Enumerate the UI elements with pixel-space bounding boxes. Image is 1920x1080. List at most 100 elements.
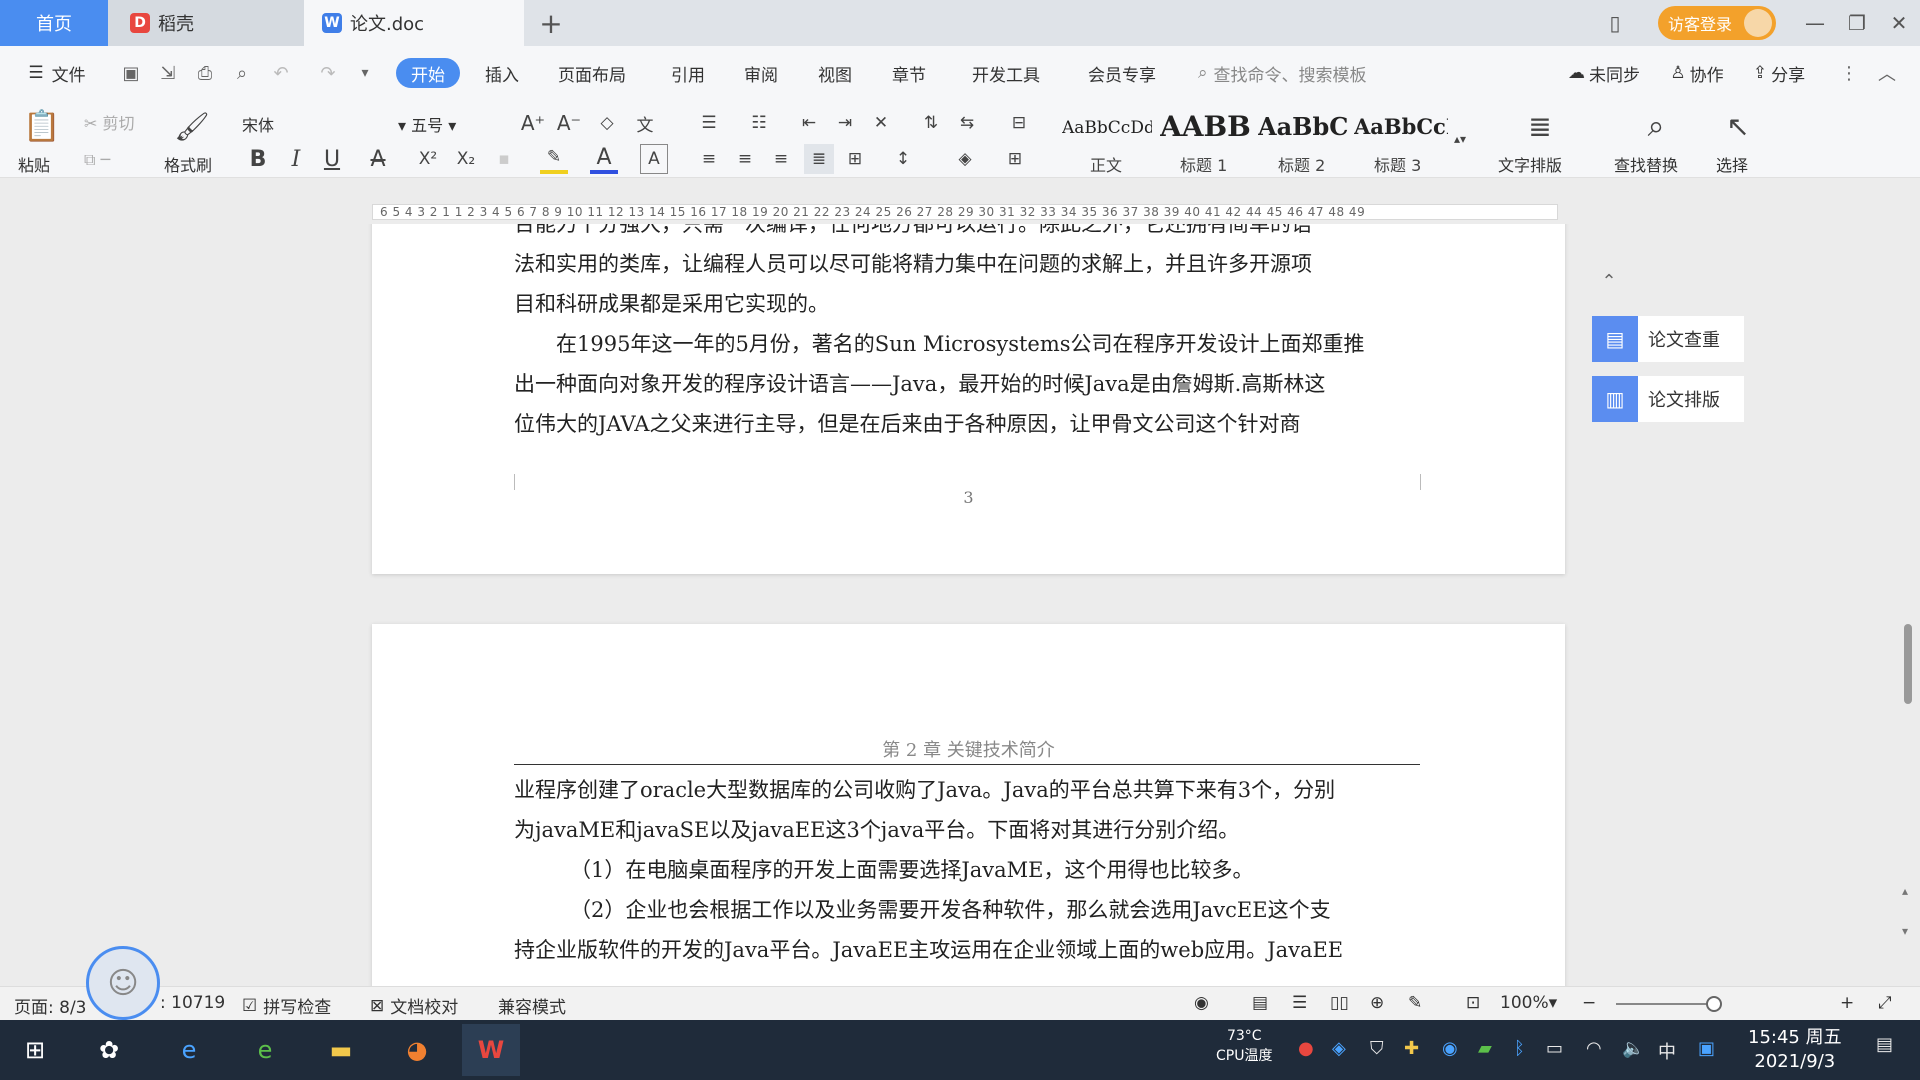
word-count[interactable]: : 10719 bbox=[160, 993, 225, 1013]
collaborate-button[interactable]: ♙ 协作 bbox=[1662, 58, 1732, 88]
menu-view[interactable]: 视图 bbox=[811, 58, 859, 88]
vertical-scrollbar[interactable]: ▴ ▾ bbox=[1894, 224, 1920, 986]
shading-icon[interactable]: ◈ bbox=[950, 144, 980, 174]
redo-icon[interactable]: ↷ bbox=[315, 60, 341, 86]
font-color-icon[interactable]: A bbox=[590, 144, 618, 174]
doc-proof-button[interactable]: ⊠ 文档校对 bbox=[370, 993, 458, 1019]
tab-stops-icon[interactable]: ⊟ bbox=[1002, 108, 1036, 138]
numbered-list-icon[interactable]: ☷ bbox=[744, 108, 774, 138]
collapse-ribbon-icon[interactable]: ︿ bbox=[1874, 60, 1900, 86]
tab-document[interactable]: W 论文.doc bbox=[304, 0, 524, 46]
menu-page-layout[interactable]: 页面布局 bbox=[552, 58, 632, 88]
text-layout-icon[interactable]: ≣ bbox=[1520, 106, 1560, 146]
justify-icon[interactable]: ≣ bbox=[804, 144, 834, 174]
windows-start-icon[interactable]: ⊞ bbox=[6, 1024, 64, 1076]
app-avatar-icon[interactable]: ◕ bbox=[388, 1024, 446, 1076]
file-menu[interactable]: ☰ 文件 bbox=[22, 58, 92, 88]
battery-icon[interactable]: ▭ bbox=[1546, 1038, 1563, 1059]
decrease-indent-icon[interactable]: ⇤ bbox=[794, 108, 824, 138]
highlight-icon[interactable]: ✎ bbox=[540, 144, 568, 174]
fullscreen-icon[interactable]: ⤢ bbox=[1878, 993, 1892, 1013]
paper-layout-button[interactable]: ▥ 论文排版 bbox=[1592, 376, 1744, 422]
strikethrough-icon[interactable]: A bbox=[364, 144, 392, 174]
cpu-temp-widget[interactable]: 73°C CPU温度 bbox=[1216, 1026, 1272, 1066]
menu-dev-tools[interactable]: 开发工具 bbox=[966, 58, 1046, 88]
layout-icon[interactable]: ▯ bbox=[1600, 8, 1630, 38]
reading-view-icon[interactable]: ▯▯ bbox=[1330, 993, 1349, 1013]
menu-review[interactable]: 审阅 bbox=[737, 58, 785, 88]
borders-icon[interactable]: ⊞ bbox=[1000, 144, 1030, 174]
tray-app-icon[interactable]: ● bbox=[1298, 1038, 1314, 1059]
cursor-arrow-icon[interactable]: ↖ bbox=[1720, 106, 1756, 146]
nvidia-icon[interactable]: ▰ bbox=[1478, 1038, 1492, 1059]
paste-label[interactable]: 粘贴 bbox=[18, 152, 50, 176]
lock-icon[interactable]: ▪ bbox=[494, 144, 514, 174]
zoom-slider[interactable] bbox=[1616, 1003, 1716, 1005]
bluetooth-icon[interactable]: ᛒ bbox=[1514, 1038, 1525, 1059]
font-name-select[interactable]: 宋体 bbox=[242, 112, 274, 136]
chinese-layout-icon[interactable]: ✕ bbox=[866, 108, 896, 138]
line-spacing-icon[interactable]: ↕ bbox=[888, 144, 918, 174]
share-button[interactable]: ⇪ 分享 bbox=[1744, 58, 1814, 88]
bullet-list-icon[interactable]: ☰ bbox=[694, 108, 724, 138]
file-explorer-icon[interactable]: ▬ bbox=[312, 1024, 370, 1076]
paper-check-button[interactable]: ▤ 论文查重 bbox=[1592, 316, 1744, 362]
chevron-down-icon[interactable]: ▾ bbox=[352, 60, 378, 86]
wifi-icon[interactable]: ◠ bbox=[1586, 1038, 1602, 1059]
page-4[interactable]: 第 2 章 关键技术简介 业程序创建了oracle大型数据库的公司收购了Java… bbox=[372, 624, 1565, 986]
select-label[interactable]: 选择 bbox=[1716, 152, 1748, 176]
shield-icon[interactable]: ⛉ bbox=[1370, 1038, 1384, 1059]
clear-format-icon[interactable]: ◇ bbox=[592, 108, 622, 138]
search-tray-icon[interactable]: ▣ bbox=[1698, 1038, 1715, 1059]
zoom-slider-handle[interactable] bbox=[1706, 996, 1722, 1012]
superscript-icon[interactable]: X² bbox=[414, 144, 442, 174]
guest-login-button[interactable]: 访客登录 bbox=[1658, 6, 1776, 40]
collapse-panel-icon[interactable]: ⌃ bbox=[1596, 268, 1622, 294]
tab-daoke[interactable]: D 稻壳 bbox=[108, 0, 304, 46]
wps-writer-icon[interactable]: W bbox=[462, 1024, 520, 1076]
cut-button[interactable]: ✂ 剪切 bbox=[84, 110, 135, 134]
fit-page-icon[interactable]: ⊡ bbox=[1466, 993, 1480, 1013]
menu-start[interactable]: 开始 bbox=[396, 58, 460, 88]
char-border-icon[interactable]: A bbox=[640, 144, 668, 174]
show-marks-icon[interactable]: ⇆ bbox=[952, 108, 982, 138]
distributed-icon[interactable]: ⊞ bbox=[840, 144, 870, 174]
menu-chapter[interactable]: 章节 bbox=[885, 58, 933, 88]
sync-status-button[interactable]: ☁ 未同步 bbox=[1560, 58, 1648, 88]
export-icon[interactable]: ⇲ bbox=[155, 60, 181, 86]
menu-references[interactable]: 引用 bbox=[664, 58, 712, 88]
tray-network-app-icon[interactable]: ◈ bbox=[1332, 1038, 1346, 1059]
restore-button[interactable]: ❐ bbox=[1842, 8, 1872, 38]
font-size-select[interactable]: ▾ 五号 ▾ bbox=[398, 112, 456, 136]
zoom-in-icon[interactable]: + bbox=[1840, 993, 1854, 1013]
write-mode-icon[interactable]: ✎ bbox=[1408, 993, 1422, 1013]
new-tab-button[interactable]: + bbox=[534, 6, 568, 40]
more-icon[interactable]: ⋮ bbox=[1836, 60, 1862, 86]
print-preview-icon[interactable]: ⌕ bbox=[229, 60, 255, 86]
assistant-avatar[interactable]: ☺ bbox=[86, 946, 160, 1020]
notification-icon[interactable]: ▤ bbox=[1876, 1034, 1893, 1055]
paste-icon[interactable]: 📋 bbox=[20, 106, 64, 146]
magnifier-icon[interactable]: ⌕ bbox=[1636, 106, 1676, 146]
eye-protect-icon[interactable]: ◉ bbox=[1194, 993, 1209, 1013]
text-layout-label[interactable]: 文字排版 bbox=[1498, 152, 1562, 176]
browser-360-icon[interactable]: e bbox=[236, 1024, 294, 1076]
tray-ime-icon[interactable]: ◉ bbox=[1442, 1038, 1458, 1059]
minimize-button[interactable]: — bbox=[1800, 8, 1830, 38]
scroll-down-icon[interactable]: ▾ bbox=[1902, 924, 1908, 938]
system-clock[interactable]: 15:45 周五 2021/9/3 bbox=[1748, 1026, 1842, 1074]
spell-check-button[interactable]: ☑ 拼写检查 bbox=[242, 993, 331, 1019]
increase-indent-icon[interactable]: ⇥ bbox=[830, 108, 860, 138]
close-button[interactable]: ✕ bbox=[1884, 8, 1914, 38]
scroll-up-icon[interactable]: ▴ bbox=[1902, 884, 1908, 898]
subscript-icon[interactable]: X₂ bbox=[452, 144, 480, 174]
document-area[interactable]: 台能力十分强大，只需一次编译，任何地方都可以运行。除此之外，它还拥有简单的语 法… bbox=[0, 224, 1920, 986]
find-replace-label[interactable]: 查找替换 bbox=[1614, 152, 1678, 176]
page-indicator[interactable]: 页面: 8/3 bbox=[14, 993, 87, 1018]
ime-indicator[interactable]: 中 bbox=[1658, 1038, 1676, 1064]
scrollbar-thumb[interactable] bbox=[1904, 624, 1912, 704]
menu-insert[interactable]: 插入 bbox=[478, 58, 526, 88]
save-icon[interactable]: ▣ bbox=[118, 60, 144, 86]
format-painter-icon[interactable]: 🖌 bbox=[172, 106, 212, 146]
zoom-out-icon[interactable]: − bbox=[1582, 993, 1596, 1013]
